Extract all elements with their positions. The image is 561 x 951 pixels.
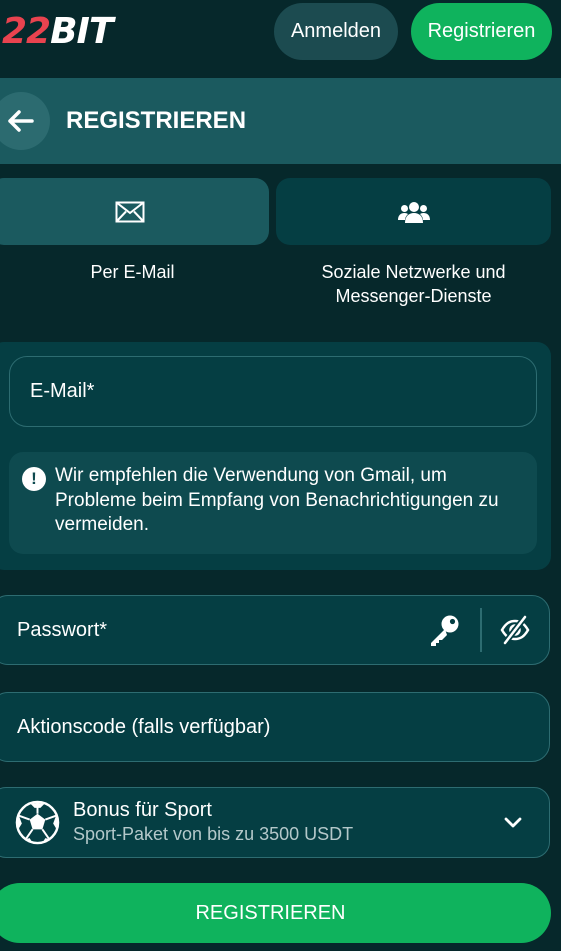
logo-number: 22: [2, 11, 51, 52]
page-title: REGISTRIEREN: [66, 107, 247, 134]
top-bar: 22 BIT Anmelden Registrieren: [0, 0, 561, 78]
promo-code-field[interactable]: Aktionscode (falls verfügbar): [0, 692, 550, 762]
envelope-icon: [115, 201, 144, 222]
logo-text: BIT: [50, 11, 113, 52]
gmail-notice: Wir empfehlen die Verwendung von Gmail, …: [9, 452, 537, 554]
bonus-subtitle: Sport-Paket von bis zu 3500 USDT: [73, 824, 354, 844]
back-button[interactable]: [0, 92, 50, 150]
registration-page: 22 BIT Anmelden Registrieren REGISTRIEREN…: [0, 0, 561, 951]
register-submit-button[interactable]: REGISTRIEREN: [0, 883, 551, 943]
password-placeholder: Passwort*: [17, 618, 108, 641]
tab-email-label: Per E-Mail: [90, 262, 175, 282]
password-divider: [480, 608, 482, 652]
tab-social-label: Soziale Netzwerke und Messenger-Dienste: [276, 260, 551, 308]
login-button[interactable]: Anmelden: [274, 3, 398, 60]
logo[interactable]: 22 BIT: [2, 11, 114, 52]
eye-slash-icon[interactable]: [499, 614, 531, 646]
promo-code-placeholder: Aktionscode (falls verfügbar): [17, 715, 271, 738]
soccer-ball-icon: [15, 800, 60, 845]
password-field[interactable]: Passwort*: [0, 595, 550, 665]
bonus-title: Bonus für Sport: [73, 799, 212, 821]
users-icon: [397, 201, 430, 223]
email-field[interactable]: E-Mail*: [9, 356, 537, 427]
tab-email[interactable]: [0, 178, 269, 245]
tab-social-label-line2: Messenger-Dienste: [335, 286, 492, 306]
exclamation-icon: !: [22, 467, 46, 491]
register-header-button[interactable]: Registrieren: [411, 3, 552, 60]
chevron-down-icon[interactable]: [502, 813, 524, 831]
tab-social-label-line1: Soziale Netzwerke und: [321, 262, 506, 282]
email-placeholder: E-Mail*: [30, 380, 95, 402]
arrow-left-icon: [8, 110, 34, 132]
tab-social-networks[interactable]: [276, 178, 551, 245]
key-icon[interactable]: [426, 612, 462, 648]
title-bar: REGISTRIEREN: [0, 78, 561, 164]
